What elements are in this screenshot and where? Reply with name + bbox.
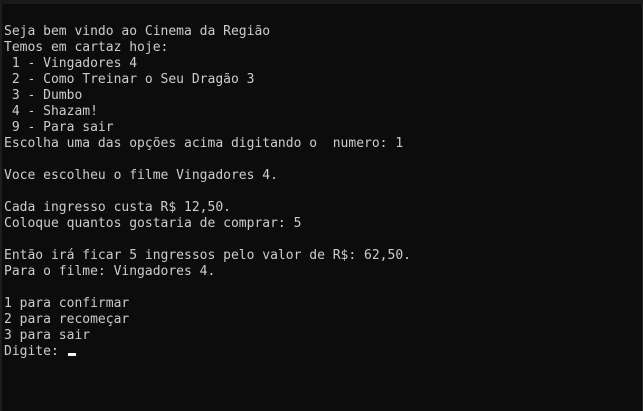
- output-line: Então irá ficar 5 ingressos pelo valor d…: [4, 248, 411, 263]
- output-line: Voce escolheu o filme Vingadores 4.: [4, 168, 278, 183]
- menu-option: 2 para recomeçar: [4, 312, 130, 327]
- output-line: Temos em cartaz hoje:: [4, 40, 169, 55]
- menu-option: 3 - Dumbo: [4, 88, 83, 103]
- output-line: Escolha uma das opções acima digitando o…: [4, 136, 404, 151]
- input-prompt-line[interactable]: Digite:: [4, 344, 411, 360]
- menu-option: 2 - Como Treinar o Seu Dragão 3: [4, 72, 255, 87]
- menu-option: 3 para sair: [4, 328, 91, 343]
- menu-option: 9 - Para sair: [4, 120, 114, 135]
- output-line: Coloque quantos gostaria de comprar: 5: [4, 216, 302, 231]
- console-window[interactable]: Seja bem vindo ao Cinema da Região Temos…: [0, 0, 643, 411]
- console-left-border: [0, 4, 2, 411]
- menu-option: 1 para confirmar: [4, 296, 130, 311]
- output-line: Seja bem vindo ao Cinema da Região: [4, 24, 271, 39]
- output-line: Para o filme: Vingadores 4.: [4, 264, 216, 279]
- text-cursor[interactable]: [67, 353, 76, 356]
- menu-option: 4 - Shazam!: [4, 104, 98, 119]
- input-prompt: Digite:: [4, 344, 67, 359]
- menu-option: 1 - Vingadores 4: [4, 56, 138, 71]
- output-line: Cada ingresso custa R$ 12,50.: [4, 200, 231, 215]
- console-output: Seja bem vindo ao Cinema da Região Temos…: [4, 24, 411, 360]
